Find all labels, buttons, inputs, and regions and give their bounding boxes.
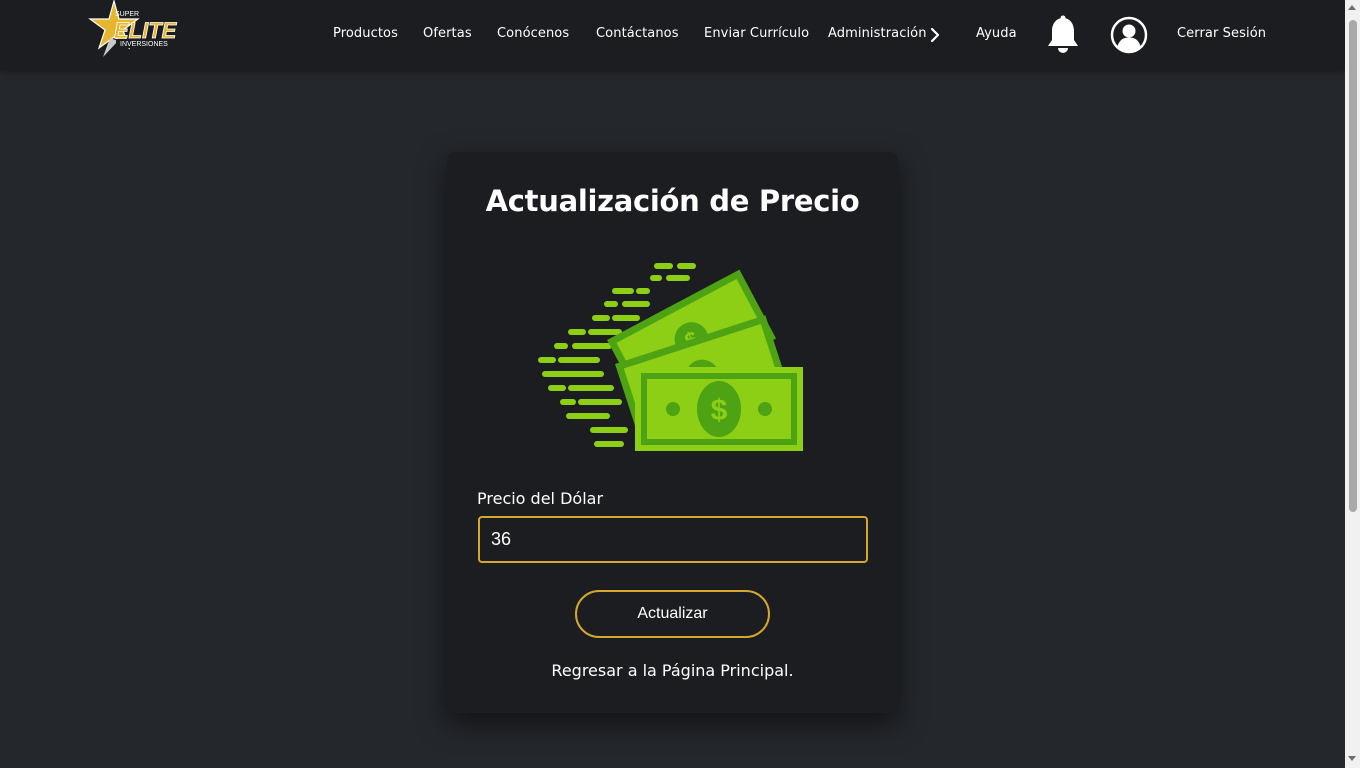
scroll-down-arrow-icon[interactable]: [1348, 756, 1356, 761]
price-update-card: Actualización de Precio $ Precio del Dól…: [447, 152, 898, 713]
page-scrollbar[interactable]: [1345, 0, 1360, 768]
update-button[interactable]: Actualizar: [575, 590, 770, 638]
svg-text:SUPER: SUPER: [115, 11, 139, 18]
back-to-home-link[interactable]: Regresar a la Página Principal.: [447, 661, 898, 680]
nav-administracion[interactable]: Administración: [828, 26, 927, 41]
chevron-right-icon[interactable]: [929, 27, 941, 43]
dollar-price-input[interactable]: [478, 516, 868, 563]
nav-ayuda[interactable]: Ayuda: [976, 26, 1017, 41]
scroll-up-arrow-icon[interactable]: [1348, 5, 1356, 10]
top-navbar: SUPER ELITE INVERSIONES Productos Oferta…: [0, 0, 1345, 70]
nav-conocenos[interactable]: Conócenos: [497, 26, 569, 41]
card-title: Actualización de Precio: [485, 184, 860, 218]
svg-text:INVERSIONES: INVERSIONES: [120, 41, 168, 48]
nav-enviar-curriculo[interactable]: Enviar Currículo: [704, 26, 809, 41]
brand-logo[interactable]: SUPER ELITE INVERSIONES: [72, 0, 206, 60]
nav-ofertas[interactable]: Ofertas: [423, 26, 472, 41]
nav-productos[interactable]: Productos: [333, 26, 398, 41]
dollar-price-label: Precio del Dólar: [477, 489, 604, 508]
bell-icon[interactable]: [1046, 15, 1080, 55]
svg-text:$: $: [711, 394, 728, 427]
logout-link[interactable]: Cerrar Sesión: [1177, 26, 1266, 41]
nav-contactanos[interactable]: Contáctanos: [596, 26, 679, 41]
money-bills-icon: $ $ $: [538, 263, 803, 451]
user-circle-icon[interactable]: [1110, 16, 1148, 54]
scroll-thumb[interactable]: [1349, 20, 1357, 512]
